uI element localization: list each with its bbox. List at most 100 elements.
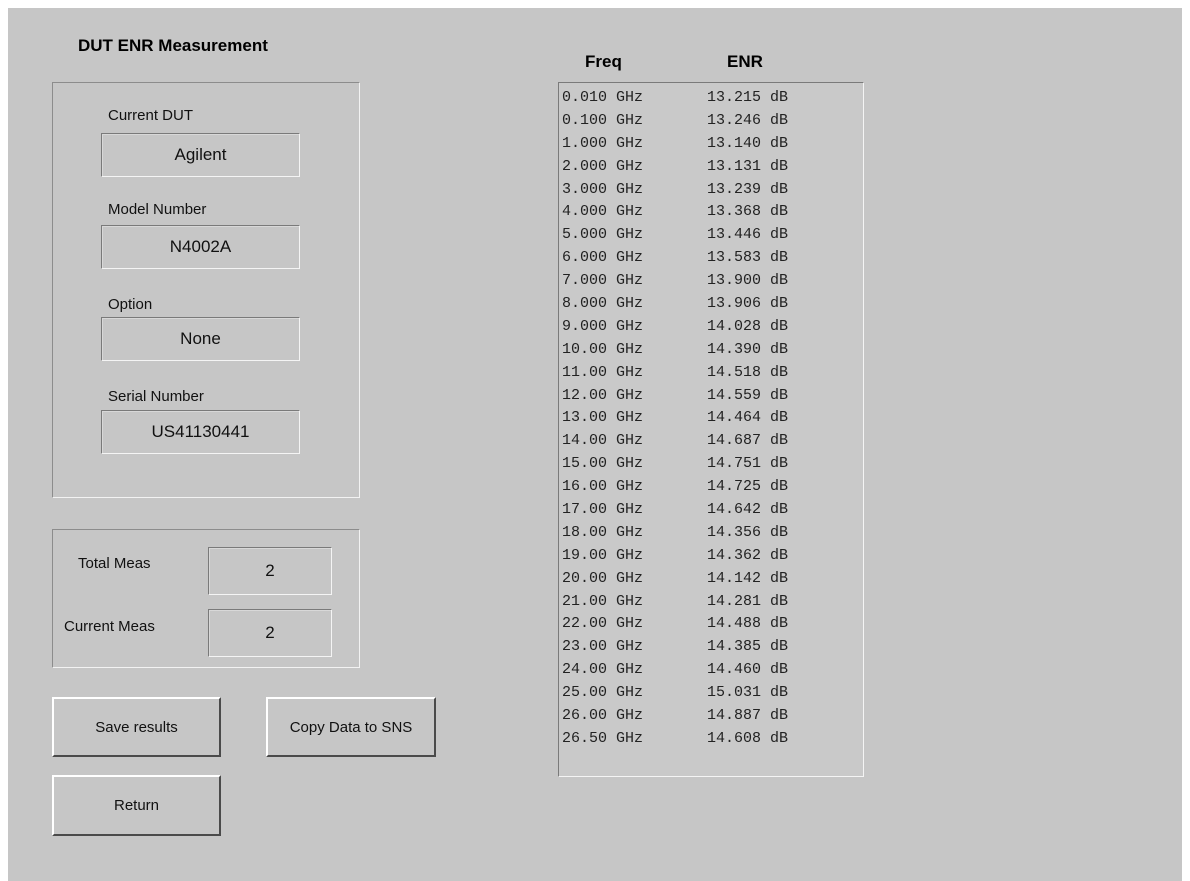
freq-value: 0.100 GHz [562, 111, 644, 129]
list-item[interactable]: 0.100 GHz 13.246 dB [559, 110, 863, 133]
enr-value: 14.488 dB [707, 615, 789, 633]
list-item[interactable]: 15.00 GHz 14.751 dB [559, 453, 863, 476]
enr-value: 14.028 dB [707, 317, 789, 335]
enr-value: 14.608 dB [707, 729, 789, 747]
enr-value: 14.362 dB [707, 546, 789, 564]
list-item[interactable]: 9.000 GHz 14.028 dB [559, 316, 863, 339]
save-results-button[interactable]: Save results [52, 697, 221, 757]
list-item[interactable]: 8.000 GHz 13.906 dB [559, 293, 863, 316]
freq-value: 4.000 GHz [562, 203, 644, 221]
list-item[interactable]: 6.000 GHz 13.583 dB [559, 247, 863, 270]
current-dut-label: Current DUT [108, 107, 194, 124]
list-item[interactable]: 23.00 GHz 14.385 dB [559, 636, 863, 659]
freq-value: 19.00 GHz [562, 546, 644, 564]
freq-value: 1.000 GHz [562, 134, 644, 152]
copy-data-to-sns-button[interactable]: Copy Data to SNS [266, 697, 436, 757]
enr-column-header: ENR [727, 52, 763, 71]
enr-value: 14.356 dB [707, 523, 789, 541]
total-meas-field: 2 [208, 547, 332, 595]
freq-value: 5.000 GHz [562, 226, 644, 244]
list-item[interactable]: 26.50 GHz 14.608 dB [559, 728, 863, 751]
freq-value: 11.00 GHz [562, 363, 644, 381]
freq-value: 13.00 GHz [562, 409, 644, 427]
freq-value: 2.000 GHz [562, 157, 644, 175]
freq-value: 14.00 GHz [562, 432, 644, 450]
option-field: None [101, 317, 300, 361]
freq-value: 16.00 GHz [562, 478, 644, 496]
list-item[interactable]: 2.000 GHz 13.131 dB [559, 156, 863, 179]
list-item[interactable]: 13.00 GHz 14.464 dB [559, 407, 863, 430]
model-number-label: Model Number [108, 201, 207, 218]
total-meas-label: Total Meas [78, 555, 151, 572]
list-item[interactable]: 10.00 GHz 14.390 dB [559, 339, 863, 362]
enr-value: 13.368 dB [707, 203, 789, 221]
list-item[interactable]: 25.00 GHz 15.031 dB [559, 682, 863, 705]
enr-value: 13.239 dB [707, 180, 789, 198]
freq-value: 7.000 GHz [562, 272, 644, 290]
freq-column-header: Freq [585, 52, 622, 71]
enr-value: 13.246 dB [707, 111, 789, 129]
freq-value: 17.00 GHz [562, 501, 644, 519]
freq-value: 18.00 GHz [562, 523, 644, 541]
return-button[interactable]: Return [52, 775, 221, 836]
freq-value: 23.00 GHz [562, 638, 644, 656]
enr-value: 14.687 dB [707, 432, 789, 450]
dut-enr-window: DUT ENR Measurement Current DUT Agilent … [8, 8, 1182, 881]
freq-value: 6.000 GHz [562, 249, 644, 267]
enr-value: 14.559 dB [707, 386, 789, 404]
current-meas-field: 2 [208, 609, 332, 657]
enr-value: 14.751 dB [707, 455, 789, 473]
freq-value: 0.010 GHz [562, 89, 644, 106]
list-item[interactable]: 0.010 GHz 13.215 dB [559, 87, 863, 110]
freq-value: 15.00 GHz [562, 455, 644, 473]
enr-value: 14.887 dB [707, 707, 789, 725]
list-item[interactable]: 11.00 GHz 14.518 dB [559, 362, 863, 385]
enr-value: 13.215 dB [707, 89, 789, 106]
freq-value: 10.00 GHz [562, 340, 644, 358]
freq-value: 26.00 GHz [562, 707, 644, 725]
enr-value: 13.140 dB [707, 134, 789, 152]
current-meas-label: Current Meas [64, 618, 155, 635]
list-item[interactable]: 26.00 GHz 14.887 dB [559, 705, 863, 728]
list-item[interactable]: 20.00 GHz 14.142 dB [559, 568, 863, 591]
page-title: DUT ENR Measurement [78, 36, 268, 55]
enr-data-list[interactable]: 0.010 GHz 13.215 dB 0.100 GHz 13.246 dB 1.00… [558, 82, 864, 777]
freq-value: 3.000 GHz [562, 180, 644, 198]
enr-value: 14.464 dB [707, 409, 789, 427]
list-item[interactable]: 17.00 GHz 14.642 dB [559, 499, 863, 522]
list-item[interactable]: 5.000 GHz 13.446 dB [559, 224, 863, 247]
freq-value: 22.00 GHz [562, 615, 644, 633]
enr-value: 14.725 dB [707, 478, 789, 496]
freq-value: 20.00 GHz [562, 569, 644, 587]
freq-value: 12.00 GHz [562, 386, 644, 404]
enr-value: 14.642 dB [707, 501, 789, 519]
enr-value: 13.446 dB [707, 226, 789, 244]
list-item[interactable]: 24.00 GHz 14.460 dB [559, 659, 863, 682]
list-item[interactable]: 21.00 GHz 14.281 dB [559, 591, 863, 614]
enr-value: 15.031 dB [707, 684, 789, 702]
list-item[interactable]: 14.00 GHz 14.687 dB [559, 430, 863, 453]
list-item[interactable]: 16.00 GHz 14.725 dB [559, 476, 863, 499]
enr-value: 14.390 dB [707, 340, 789, 358]
enr-value: 14.518 dB [707, 363, 789, 381]
model-number-field: N4002A [101, 225, 300, 269]
option-label: Option [108, 296, 153, 313]
list-item[interactable]: 12.00 GHz 14.559 dB [559, 385, 863, 408]
freq-value: 9.000 GHz [562, 317, 644, 335]
freq-value: 8.000 GHz [562, 295, 644, 313]
freq-value: 21.00 GHz [562, 592, 644, 610]
serial-number-label: Serial Number [108, 388, 204, 405]
list-item[interactable]: 1.000 GHz 13.140 dB [559, 133, 863, 156]
freq-value: 25.00 GHz [562, 684, 644, 702]
freq-value: 24.00 GHz [562, 661, 644, 679]
list-item[interactable]: 22.00 GHz 14.488 dB [559, 613, 863, 636]
list-item[interactable]: 19.00 GHz 14.362 dB [559, 545, 863, 568]
list-item[interactable]: 4.000 GHz 13.368 dB [559, 201, 863, 224]
list-item[interactable]: 18.00 GHz 14.356 dB [559, 522, 863, 545]
list-item[interactable]: 7.000 GHz 13.900 dB [559, 270, 863, 293]
list-item[interactable]: 3.000 GHz 13.239 dB [559, 179, 863, 202]
freq-value: 26.50 GHz [562, 729, 644, 747]
enr-value: 13.900 dB [707, 272, 789, 290]
enr-value: 13.131 dB [707, 157, 789, 175]
serial-number-field: US41130441 [101, 410, 300, 454]
